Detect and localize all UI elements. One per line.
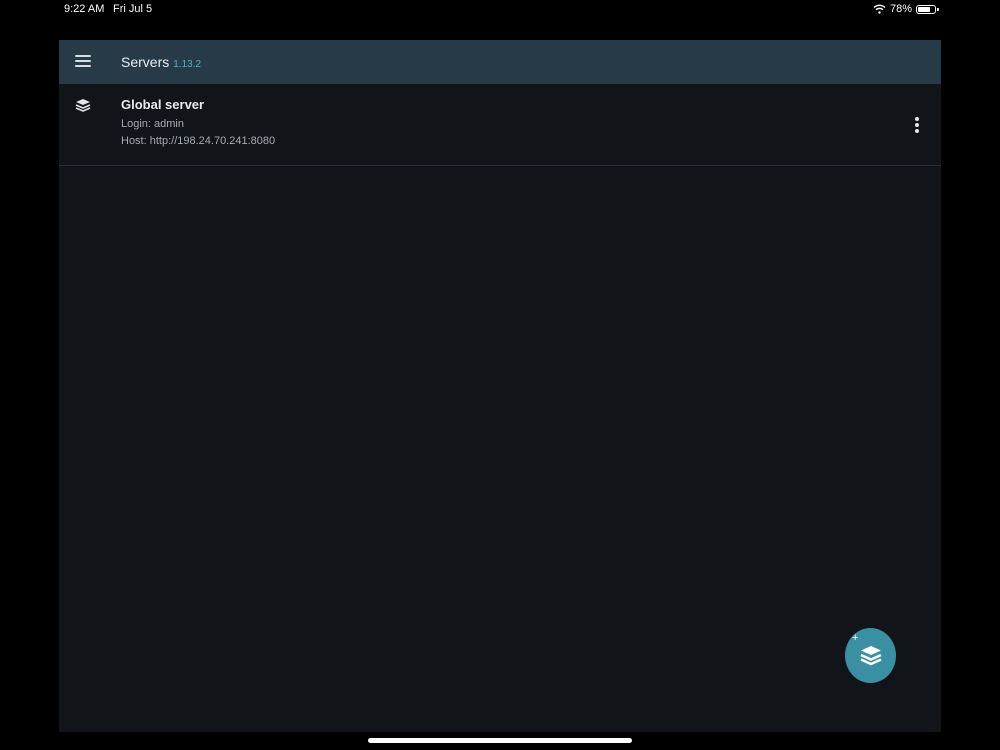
- more-vertical-icon[interactable]: [909, 116, 925, 136]
- app-version: 1.13.2: [173, 59, 202, 70]
- battery-percent: 78%: [889, 3, 912, 15]
- battery-icon: [916, 4, 939, 14]
- server-name: Global server: [121, 97, 205, 112]
- server-login: Login: admin: [121, 118, 184, 130]
- add-server-icon: [860, 646, 882, 666]
- hamburger-menu-icon[interactable]: [73, 52, 93, 72]
- server-host: Host: http://198.24.70.241:8080: [121, 135, 276, 147]
- wifi-icon: [873, 4, 886, 14]
- status-indicators: 78%: [873, 3, 939, 15]
- status-time: 9:22 AM: [64, 3, 105, 15]
- app-header: Servers 1.13.2: [59, 40, 941, 84]
- app-window: Servers 1.13.2 Global server Login: admin…: [59, 40, 941, 732]
- battery-fill: [918, 6, 930, 12]
- status-date: Fri Jul 5: [113, 3, 153, 15]
- status-bar: 9:22 AM Fri Jul 5 78%: [0, 0, 1000, 20]
- server-list-item[interactable]: Global server Login: admin Host: http://…: [59, 84, 941, 166]
- server-stack-icon: [75, 99, 91, 112]
- home-indicator[interactable]: [368, 738, 632, 743]
- page-title: Servers 1.13.2: [121, 54, 201, 70]
- plus-icon: +: [852, 632, 859, 644]
- page-title-text: Servers: [121, 54, 170, 70]
- add-server-button[interactable]: +: [845, 628, 896, 683]
